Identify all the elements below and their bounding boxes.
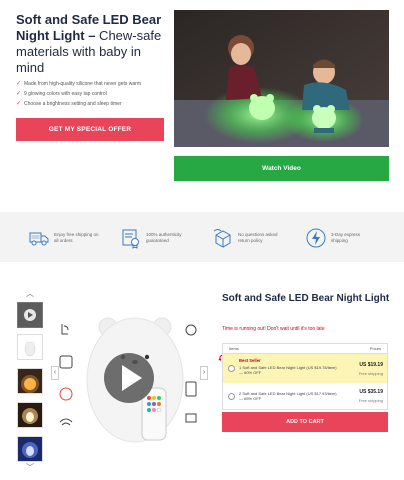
option-price: US $19.19	[359, 362, 383, 368]
hero-photo	[174, 10, 389, 147]
benefit-authenticity: 100% authenticity guaranteed	[120, 226, 192, 250]
product-title: Soft and Safe LED Bear Night Light	[222, 293, 390, 304]
check-icon: ✓	[16, 81, 22, 87]
add-to-cart-button[interactable]: ADD TO CART	[222, 412, 388, 432]
benefit-text: 3-Day express shipping	[331, 232, 361, 243]
prices-column-header: Prices	[369, 346, 381, 351]
image-next-arrow[interactable]: ›	[200, 366, 208, 380]
thumbnail-warm-glow[interactable]	[17, 402, 43, 428]
certificate-icon	[122, 229, 139, 249]
option-radio[interactable]	[228, 393, 235, 400]
benefits-band: Enjoy free shipping on all orders 100% a…	[0, 212, 404, 262]
return-box-icon	[213, 229, 231, 248]
benefit-returns: No questions asked return policy	[212, 226, 284, 250]
feature-item: ✓ Made from high-quality silicone that ne…	[16, 81, 141, 87]
hero-title: Soft and Safe LED Bear Night Light – Che…	[16, 12, 172, 76]
option-price: US $35.19	[359, 389, 383, 395]
benefit-text: Enjoy free shipping on all orders	[54, 232, 99, 243]
bundle-option-2[interactable]: 2 Soft and Safe LED Bear Night Light (US…	[223, 384, 387, 409]
benefit-text: 100% authenticity guaranteed	[146, 232, 182, 243]
image-prev-arrow[interactable]: ‹	[51, 366, 59, 380]
items-column-header: Items	[229, 346, 239, 351]
urgency-message: Time is running out! Don't wait until it…	[222, 326, 325, 332]
check-icon: ✓	[16, 101, 22, 107]
option-shipping: Free shipping	[358, 371, 383, 376]
main-product-image	[50, 302, 209, 459]
thumbnail-orange-glow[interactable]	[17, 368, 43, 394]
express-bolt-icon	[306, 228, 326, 248]
benefit-express: 3-Day express shipping	[305, 226, 377, 250]
feature-list: ✓ Made from high-quality silicone that ne…	[16, 81, 176, 111]
benefit-free-shipping: Enjoy free shipping on all orders	[28, 226, 100, 250]
offer-table-header: Items Prices	[223, 344, 387, 354]
thumbnail-video[interactable]	[17, 302, 43, 328]
get-special-offer-button[interactable]: GET MY SPECIAL OFFER	[16, 118, 164, 141]
option-label: 1 Soft and Safe LED Bear Night Light (US…	[239, 365, 337, 375]
thumbnail-blue-glow[interactable]	[17, 436, 43, 462]
check-icon: ✓	[16, 91, 22, 97]
benefit-text: No questions asked return policy	[238, 232, 278, 243]
thumb-up-arrow[interactable]: ︿	[24, 289, 36, 299]
truck-icon	[29, 232, 49, 246]
feature-item: ✓ 9 glowing colors with easy tap control	[16, 91, 107, 97]
option-label: 2 Soft and Safe LED Bear Night Light (US…	[239, 391, 337, 401]
bundle-option-1[interactable]: Best Seller 1 Soft and Safe LED Bear Nig…	[223, 354, 387, 383]
bundle-offer-table: Items Prices Best Seller 1 Soft and Safe…	[222, 343, 388, 410]
feature-item: ✓ Choose a brightness setting and sleep t…	[16, 101, 122, 107]
best-seller-badge: Best Seller	[239, 358, 261, 363]
thumb-down-arrow[interactable]: ﹀	[24, 463, 36, 473]
thumbnail-bear-side[interactable]	[17, 334, 43, 360]
option-radio[interactable]	[228, 365, 235, 372]
option-shipping: Free shipping	[358, 398, 383, 403]
watch-video-button[interactable]: Watch Video	[174, 156, 389, 181]
